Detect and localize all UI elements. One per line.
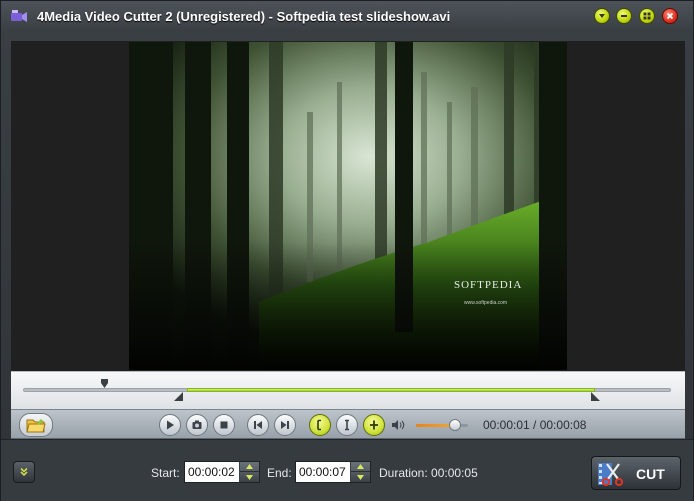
softpedia-url: www.softpedia.com	[464, 300, 507, 306]
start-decrement-button[interactable]	[240, 472, 259, 482]
double-chevron-down-icon	[20, 467, 28, 477]
previous-frame-icon	[254, 421, 262, 429]
end-decrement-button[interactable]	[351, 472, 370, 482]
close-icon	[666, 12, 674, 20]
timeline-selection[interactable]	[187, 388, 595, 392]
set-current-button[interactable]	[336, 414, 358, 436]
set-end-button[interactable]	[363, 414, 385, 436]
end-marker[interactable]	[591, 392, 600, 401]
start-time-input[interactable]	[185, 462, 238, 482]
start-increment-button[interactable]	[240, 462, 259, 472]
video-preview-area: SOFTPEDIA www.softpedia.com	[11, 41, 685, 371]
duration-display: Duration: 00:00:05	[379, 466, 478, 480]
play-button[interactable]	[159, 414, 181, 436]
volume-icon[interactable]	[391, 419, 405, 431]
end-spin-buttons	[350, 462, 370, 482]
start-marker[interactable]	[174, 392, 183, 401]
play-icon	[167, 420, 174, 430]
set-start-icon	[317, 419, 321, 431]
stop-button[interactable]	[213, 414, 235, 436]
cut-settings-bar: Start: End:	[1, 439, 693, 501]
end-label: End:	[267, 466, 292, 480]
start-time-stepper[interactable]	[184, 461, 260, 483]
set-end-icon	[370, 420, 378, 430]
video-frame-image: SOFTPEDIA www.softpedia.com	[129, 42, 567, 370]
open-folder-icon	[26, 419, 46, 433]
arrow-down-icon	[357, 474, 364, 480]
stop-icon	[220, 421, 228, 429]
title-bar[interactable]: 4Media Video Cutter 2 (Unregistered) - S…	[1, 1, 693, 33]
app-logo-icon	[11, 10, 27, 22]
timecode-display: 00:00:01 / 00:00:08	[483, 418, 587, 432]
cut-button[interactable]: CUT	[591, 456, 681, 490]
open-file-button[interactable]	[19, 413, 53, 437]
scissors-icon	[598, 463, 623, 486]
snapshot-button[interactable]	[186, 414, 208, 436]
close-button[interactable]	[662, 8, 678, 24]
playback-controls: 00:00:01 / 00:00:08	[11, 409, 685, 439]
menu-dropdown-button[interactable]	[594, 8, 610, 24]
softpedia-watermark: SOFTPEDIA	[454, 279, 522, 291]
arrow-up-icon	[246, 464, 253, 469]
start-label: Start:	[151, 466, 180, 480]
next-frame-icon	[281, 421, 289, 429]
snapshot-icon	[192, 420, 202, 429]
end-time-stepper[interactable]	[295, 461, 371, 483]
arrow-down-icon	[246, 474, 253, 480]
timeline-slider[interactable]	[11, 371, 685, 409]
minimize-button[interactable]	[616, 8, 632, 24]
end-time-input[interactable]	[296, 462, 349, 482]
cut-button-label: CUT	[636, 466, 665, 482]
forest-scene-image: SOFTPEDIA www.softpedia.com	[129, 42, 567, 370]
playhead-marker[interactable]	[100, 379, 109, 389]
next-frame-button[interactable]	[274, 414, 296, 436]
previous-frame-button[interactable]	[247, 414, 269, 436]
maximize-button[interactable]	[639, 8, 655, 24]
end-increment-button[interactable]	[351, 462, 370, 472]
chevron-down-icon	[599, 14, 605, 18]
window-title: 4Media Video Cutter 2 (Unregistered) - S…	[37, 9, 451, 24]
start-spin-buttons	[239, 462, 259, 482]
set-current-icon	[345, 419, 349, 431]
volume-slider-knob[interactable]	[449, 419, 461, 431]
minimize-icon	[621, 15, 627, 17]
set-start-button[interactable]	[309, 414, 331, 436]
app-window: 4Media Video Cutter 2 (Unregistered) - S…	[0, 0, 694, 501]
maximize-icon	[643, 12, 651, 20]
expand-panel-button[interactable]	[13, 461, 35, 483]
arrow-up-icon	[357, 464, 364, 469]
